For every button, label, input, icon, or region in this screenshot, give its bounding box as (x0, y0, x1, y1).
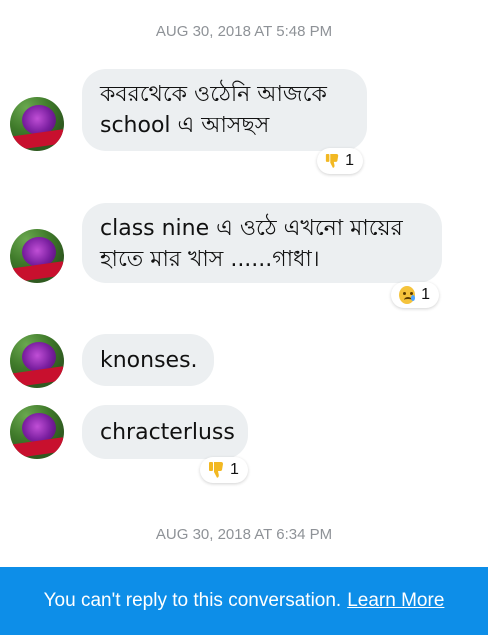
message-text: class nine এ ওঠে এখনো মায়ের (100, 216, 403, 241)
message-bubble[interactable]: knonses. (82, 334, 214, 386)
message-bubble[interactable]: chracterluss (82, 405, 248, 459)
reaction-badge[interactable]: 1 (200, 457, 248, 483)
avatar-ribbon (10, 437, 64, 459)
avatar[interactable] (10, 405, 64, 459)
message-text: chracterluss (100, 420, 235, 445)
message-text: school এ আসছস (100, 113, 270, 138)
banner-message: You can't reply to this conversation. (43, 590, 342, 611)
thumbs-down-icon (209, 462, 223, 478)
avatar-ribbon (10, 366, 64, 388)
learn-more-link[interactable]: Learn More (347, 590, 444, 612)
avatar-ribbon (10, 129, 64, 151)
message-bubble[interactable]: class nine এ ওঠে এখনো মায়ের হাতে মার খা… (82, 203, 442, 283)
avatar[interactable] (10, 97, 64, 151)
avatar[interactable] (10, 334, 64, 388)
avatar[interactable] (10, 229, 64, 283)
reaction-badge[interactable]: 1 (317, 148, 363, 174)
reaction-count: 1 (421, 286, 430, 303)
reaction-count: 1 (345, 152, 354, 169)
timestamp: AUG 30, 2018 AT 6:34 PM (155, 526, 333, 543)
reaction-badge[interactable]: 1 (391, 282, 439, 308)
avatar-ribbon (10, 261, 64, 283)
message-bubble[interactable]: কবরথেকে ওঠেনি আজকে school এ আসছস (82, 69, 367, 151)
message-text: হাতে মার খাস ......গাধা। (100, 247, 320, 272)
reply-disabled-banner: You can't reply to this conversation. Le… (0, 567, 488, 635)
reaction-count: 1 (230, 461, 239, 478)
crying-face-icon (399, 286, 416, 304)
message-text: কবরথেকে ওঠেনি আজকে (100, 82, 327, 107)
thumbs-down-icon (325, 153, 339, 168)
message-text: knonses. (100, 348, 198, 373)
timestamp: AUG 30, 2018 AT 5:48 PM (155, 23, 333, 40)
